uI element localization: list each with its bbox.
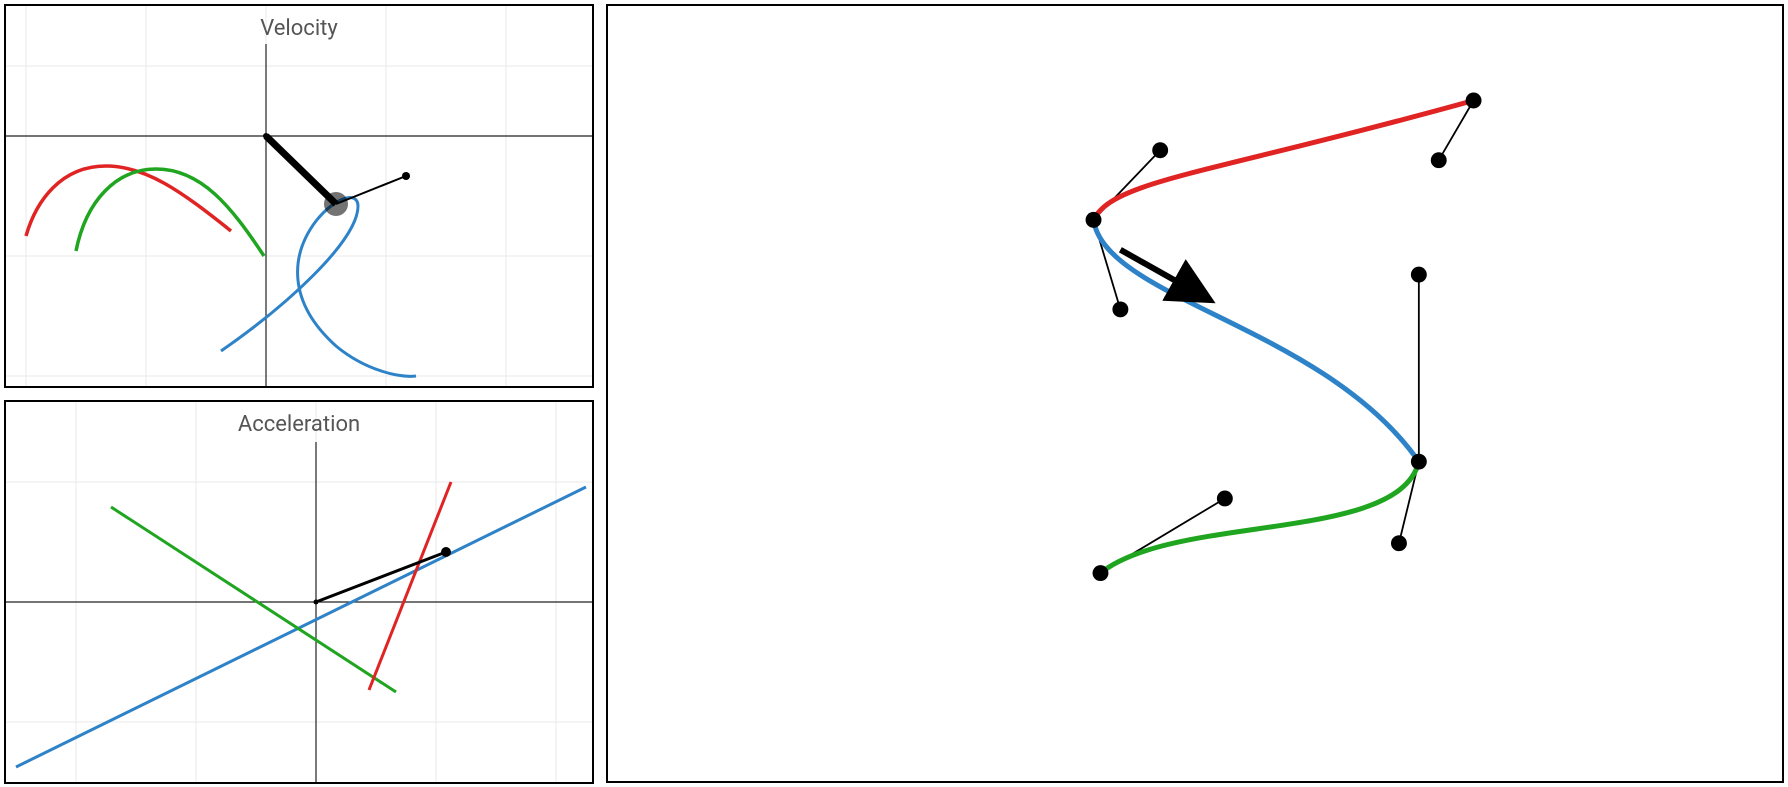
anchor-point[interactable] (1086, 212, 1102, 228)
acceleration-grid (6, 402, 592, 782)
anchor-point[interactable] (1466, 93, 1482, 109)
velocity-curve-blue (221, 198, 416, 377)
anchor-point[interactable] (1411, 454, 1427, 470)
spline-canvas[interactable] (608, 6, 1782, 781)
acceleration-title: Acceleration (6, 406, 592, 437)
acceleration-vector (314, 547, 452, 605)
handle-point[interactable] (1411, 267, 1427, 283)
velocity-curve-green (76, 169, 264, 256)
velocity-vector (263, 133, 410, 216)
acceleration-curve-blue (16, 487, 586, 767)
acceleration-panel: Acceleration (4, 400, 594, 784)
velocity-panel: Velocity (4, 4, 594, 388)
handle-point[interactable] (1431, 152, 1447, 168)
spline-segment-blue[interactable] (1094, 220, 1419, 462)
velocity-grid (6, 6, 592, 386)
spline-panel (606, 4, 1784, 783)
anchor-point[interactable] (1093, 565, 1109, 581)
handle-point[interactable] (1217, 490, 1233, 506)
handle-point[interactable] (1391, 535, 1407, 551)
acceleration-plot (6, 402, 592, 782)
acceleration-curve-green (111, 507, 396, 692)
velocity-title: Velocity (6, 10, 592, 41)
handle-point[interactable] (1112, 301, 1128, 317)
handle-point[interactable] (1152, 142, 1168, 158)
velocity-plot (6, 6, 592, 386)
spline-segment-green[interactable] (1100, 462, 1418, 573)
control-handles-lines (1094, 101, 1474, 574)
velocity-axes (6, 44, 592, 386)
acceleration-axes (6, 442, 592, 782)
velocity-curve-red (26, 166, 231, 236)
